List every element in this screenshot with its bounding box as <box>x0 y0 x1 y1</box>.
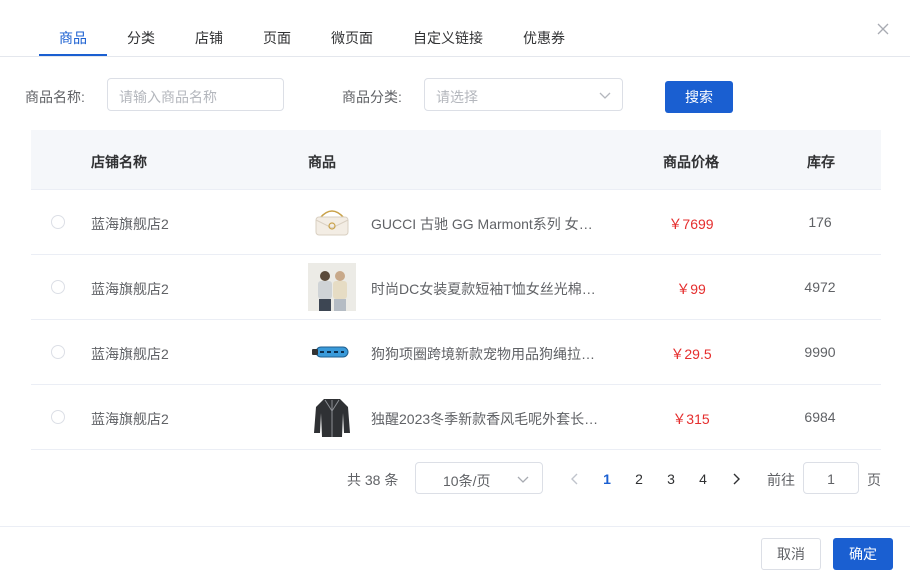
page-number[interactable]: 1 <box>597 471 617 487</box>
product-stock: 4972 <box>804 279 836 295</box>
product-stock: 6984 <box>804 409 836 425</box>
page-size-select[interactable]: 10条/页 <box>415 462 543 494</box>
product-name: 独醒2023冬季新款香风毛呢外套长袖上衣 <box>371 411 599 427</box>
product-price: ￥29.5 <box>670 346 712 362</box>
wool-jacket-image <box>308 393 356 441</box>
page-number[interactable]: 2 <box>629 471 649 487</box>
shop-name: 蓝海旗舰店2 <box>91 216 169 232</box>
tab-micro-page[interactable]: 微页面 <box>331 28 373 48</box>
shop-name: 蓝海旗舰店2 <box>91 411 169 427</box>
table-row[interactable]: 蓝海旗舰店2 狗狗项圈跨境新款宠物用品狗绳拉绳套装 ￥29.5 9990 <box>31 320 881 385</box>
header-product: 商品 <box>308 154 336 170</box>
active-tab-indicator <box>39 54 107 56</box>
tab-coupon[interactable]: 优惠券 <box>523 28 565 48</box>
tab-shop[interactable]: 店铺 <box>195 28 223 48</box>
product-price: ￥315 <box>672 411 710 427</box>
product-price: ￥7699 <box>668 216 714 232</box>
goto-suffix: 页 <box>867 472 881 488</box>
header-shop-name: 店铺名称 <box>91 154 147 170</box>
chevron-down-icon <box>516 472 530 486</box>
table-row[interactable]: 蓝海旗舰店2 GUCCI 古驰 GG Marmont系列 女士中号链条肩背包 ￥… <box>31 190 881 255</box>
shop-name: 蓝海旗舰店2 <box>91 281 169 297</box>
search-button[interactable]: 搜索 <box>665 81 733 113</box>
row-radio[interactable] <box>51 215 65 229</box>
shop-name: 蓝海旗舰店2 <box>91 346 169 362</box>
goto-page-input[interactable]: 1 <box>803 462 859 494</box>
cancel-button[interactable]: 取消 <box>761 538 821 570</box>
table-header: 店铺名称 商品 商品价格 库存 <box>31 130 881 190</box>
tab-page[interactable]: 页面 <box>263 28 291 48</box>
close-icon[interactable] <box>876 22 896 42</box>
page-number[interactable]: 4 <box>693 471 713 487</box>
dialog-tabs: 商品 分类 店铺 页面 微页面 自定义链接 优惠券 <box>0 0 910 57</box>
table-row[interactable]: 蓝海旗舰店2 独醒2023冬季新款香风毛呢外套长袖上衣 ￥315 6984 <box>31 385 881 450</box>
next-page-icon[interactable] <box>730 472 742 486</box>
tshirt-models-image <box>308 263 356 311</box>
prev-page-icon[interactable] <box>569 472 581 486</box>
product-table: 店铺名称 商品 商品价格 库存 蓝海旗舰店2 GUCCI 古驰 GG Marmo… <box>31 130 881 450</box>
tab-custom-link[interactable]: 自定义链接 <box>413 28 483 48</box>
header-price: 商品价格 <box>663 154 719 170</box>
table-row[interactable]: 蓝海旗舰店2 时尚DC女装夏款短袖T恤女丝光棉宽松上衣 ￥99 4972 <box>31 255 881 320</box>
tab-category[interactable]: 分类 <box>127 28 155 48</box>
page-number[interactable]: 3 <box>661 471 681 487</box>
chevron-down-icon <box>598 88 612 102</box>
confirm-button[interactable]: 确定 <box>833 538 893 570</box>
product-name: GUCCI 古驰 GG Marmont系列 女士中号链条肩背包 <box>371 216 599 232</box>
category-select[interactable]: 请选择 <box>424 78 623 111</box>
row-radio[interactable] <box>51 345 65 359</box>
handbag-image <box>308 198 356 246</box>
product-name-placeholder: 请输入商品名称 <box>119 89 217 105</box>
footer-divider <box>0 526 910 527</box>
product-stock: 176 <box>808 214 832 230</box>
header-stock: 库存 <box>807 154 835 170</box>
row-radio[interactable] <box>51 410 65 424</box>
product-name: 时尚DC女装夏款短袖T恤女丝光棉宽松上衣 <box>371 281 599 297</box>
product-name-label: 商品名称: <box>25 89 85 105</box>
product-name-input[interactable]: 请输入商品名称 <box>107 78 284 111</box>
product-price: ￥99 <box>676 281 706 297</box>
product-name: 狗狗项圈跨境新款宠物用品狗绳拉绳套装 <box>371 346 599 362</box>
category-label: 商品分类: <box>342 89 402 105</box>
goto-label: 前往 <box>767 472 795 488</box>
row-radio[interactable] <box>51 280 65 294</box>
dog-collar-image <box>308 328 356 376</box>
tab-product[interactable]: 商品 <box>59 28 87 48</box>
product-stock: 9990 <box>804 344 836 360</box>
pagination-total: 共 38 条 <box>347 472 399 488</box>
page-size-value: 10条/页 <box>443 473 491 489</box>
category-placeholder: 请选择 <box>436 89 478 105</box>
